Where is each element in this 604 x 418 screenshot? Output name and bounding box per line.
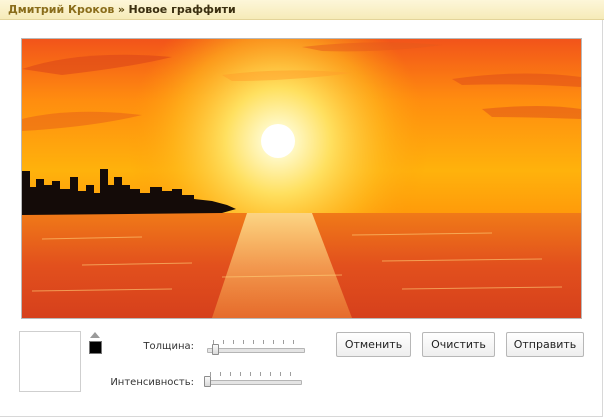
intensity-label: Интенсивность: (110, 377, 194, 388)
brush-preview (19, 331, 81, 392)
cancel-button[interactable]: Отменить (336, 332, 411, 357)
slider-track[interactable] (204, 380, 302, 385)
triangle-up-icon[interactable] (90, 332, 100, 338)
breadcrumb-separator: » (117, 3, 126, 16)
send-button[interactable]: Отправить (506, 332, 584, 357)
intensity-slider-thumb[interactable] (204, 376, 211, 387)
thickness-label: Толщина: (143, 341, 194, 352)
sunset-painting (22, 39, 581, 318)
title-bar: Дмитрий Кроков » Новое граффити (0, 0, 604, 20)
author-link[interactable]: Дмитрий Кроков (8, 3, 114, 16)
slider-track[interactable] (207, 348, 305, 353)
clear-button[interactable]: Очистить (422, 332, 495, 357)
slider-ticks (213, 340, 299, 344)
thickness-slider-thumb[interactable] (211, 344, 219, 355)
intensity-slider[interactable] (204, 372, 302, 388)
slider-ticks (210, 372, 296, 376)
page-title: Новое граффити (128, 3, 236, 16)
drawing-canvas[interactable] (21, 38, 582, 319)
thickness-slider[interactable] (207, 340, 305, 356)
